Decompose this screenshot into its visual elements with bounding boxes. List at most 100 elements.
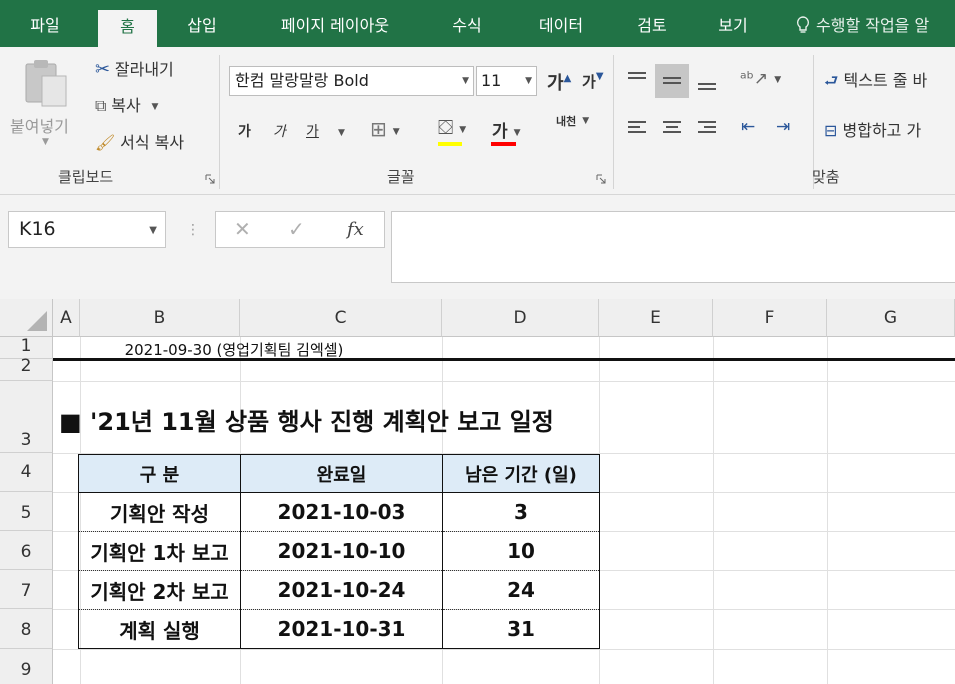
cell-date[interactable]: 2021-10-03	[240, 492, 443, 532]
align-bottom-button[interactable]	[690, 64, 724, 98]
merge-center-button[interactable]: ⊟ 병합하고 가	[824, 117, 921, 141]
row-header-3[interactable]: 3	[0, 381, 53, 453]
borders-icon: ⊞	[370, 117, 387, 141]
paste-dropdown-icon[interactable]: ▼	[42, 137, 49, 147]
fill-color-swatch	[438, 142, 462, 146]
row-header-6[interactable]: 6	[0, 531, 53, 570]
align-middle-button[interactable]	[655, 64, 689, 98]
paste-button[interactable]: 붙여넣기 ▼	[6, 55, 86, 159]
row-header-5[interactable]: 5	[0, 492, 53, 531]
tell-me-box[interactable]: 수행할 작업을 알	[796, 0, 929, 47]
insert-function-button[interactable]: fx	[347, 212, 364, 247]
column-header-d[interactable]: D	[442, 299, 599, 337]
enter-icon[interactable]: ✓	[288, 212, 305, 247]
name-box-dropdown-icon[interactable]: ▼	[149, 213, 157, 248]
worksheet-grid[interactable]: A B C D E F G 1 2 3 4 5 6 7 8 9 2021-09-…	[0, 299, 955, 684]
underline-dropdown-icon[interactable]: ▼	[338, 123, 345, 141]
tab-page-layout[interactable]: 페이지 레이아웃	[254, 0, 416, 47]
column-header-e[interactable]: E	[599, 299, 713, 337]
row-header-4[interactable]: 4	[0, 453, 53, 492]
row-header-8[interactable]: 8	[0, 609, 53, 649]
font-name-select[interactable]: 한컴 말랑말랑 Bold ▼	[229, 66, 474, 96]
gridline	[53, 649, 955, 650]
font-color-button[interactable]: 가 ▼	[492, 117, 521, 142]
align-center-button[interactable]	[655, 111, 689, 145]
table-row: 기획안 2차 보고 2021-10-24 24	[78, 570, 600, 610]
cell-category[interactable]: 기획안 작성	[78, 492, 241, 532]
formula-buttons: ✕ ✓ fx	[215, 211, 385, 248]
align-left-button[interactable]	[620, 111, 654, 145]
italic-button[interactable]: 가	[273, 121, 286, 141]
row-header-2[interactable]: 2	[0, 358, 53, 381]
copy-dropdown-icon[interactable]: ▼	[151, 102, 158, 112]
cell-days[interactable]: 3	[442, 492, 600, 532]
fill-color-button[interactable]: ⛋ ▼	[438, 115, 466, 139]
format-painter-button[interactable]: 🖌 서식 복사	[95, 129, 184, 153]
borders-button[interactable]: ⊞ ▼	[370, 117, 400, 141]
column-header-c[interactable]: C	[240, 299, 442, 337]
formula-bar: K16 ▼ ⋮ ✕ ✓ fx	[0, 195, 955, 299]
tab-review[interactable]: 검토	[622, 0, 682, 47]
wrap-text-icon: ⮐	[824, 71, 839, 90]
align-right-button[interactable]	[690, 111, 724, 145]
clipboard-launcher-icon[interactable]	[205, 174, 215, 184]
cut-button[interactable]: ✂ 잘라내기	[95, 56, 174, 80]
cancel-icon[interactable]: ✕	[234, 212, 251, 247]
formula-bar-grip-icon[interactable]: ⋮	[186, 222, 200, 238]
column-header-g[interactable]: G	[827, 299, 955, 337]
tab-home[interactable]: 홈	[98, 10, 157, 47]
cell-category[interactable]: 기획안 1차 보고	[78, 531, 241, 571]
shrink-font-button[interactable]: 가▼	[582, 71, 604, 92]
wrap-text-button[interactable]: ⮐ 텍스트 줄 바	[824, 67, 927, 97]
increase-indent-button[interactable]: ⇥	[776, 117, 790, 137]
name-box[interactable]: K16 ▼	[8, 211, 166, 248]
column-header-f[interactable]: F	[713, 299, 827, 337]
name-box-value: K16	[19, 218, 56, 240]
tab-file[interactable]: 파일	[14, 0, 76, 47]
bold-button[interactable]: 가	[238, 121, 251, 141]
tab-view[interactable]: 보기	[703, 0, 763, 47]
cell-date[interactable]: 2021-10-31	[240, 609, 443, 649]
decrease-indent-button[interactable]: ⇤	[741, 117, 755, 137]
phonetic-button[interactable]: 내천 ▼	[556, 115, 589, 128]
cell-days[interactable]: 31	[442, 609, 600, 649]
paste-label: 붙여넣기	[10, 117, 69, 136]
copy-button[interactable]: ⧉ 복사 ▼	[95, 92, 158, 116]
ribbon-home: 붙여넣기 ▼ ✂ 잘라내기 ⧉ 복사 ▼ 🖌 서식 복사 클립보드 한컴 말랑말…	[0, 47, 955, 195]
font-size-select[interactable]: 11 ▼	[476, 66, 537, 96]
clipboard-group-label: 클립보드	[58, 168, 114, 186]
cell-days[interactable]: 24	[442, 570, 600, 610]
font-size-value: 11	[481, 71, 502, 90]
font-size-dropdown-icon: ▼	[525, 76, 532, 86]
author-date-note[interactable]: 2021-09-30 (영업기획팀 김엑셀)	[54, 339, 414, 360]
column-header-b[interactable]: B	[80, 299, 240, 337]
tab-data[interactable]: 데이터	[521, 0, 601, 47]
header-days-remaining[interactable]: 남은 기간 (일)	[442, 454, 600, 493]
grow-font-button[interactable]: 가▲	[547, 69, 571, 95]
row-header-9[interactable]: 9	[0, 649, 53, 684]
font-launcher-icon[interactable]	[596, 174, 606, 184]
column-header-a[interactable]: A	[53, 299, 80, 337]
grow-arrow-icon: ▲	[563, 73, 572, 84]
cell-date[interactable]: 2021-10-24	[240, 570, 443, 610]
header-category[interactable]: 구 분	[78, 454, 241, 493]
tab-insert[interactable]: 삽입	[172, 0, 232, 47]
gridline	[827, 337, 828, 684]
sheet-title[interactable]: ■ '21년 11월 상품 행사 진행 계획안 보고 일정	[59, 402, 554, 437]
cell-date[interactable]: 2021-10-10	[240, 531, 443, 571]
gridline	[53, 381, 955, 382]
shrink-arrow-icon: ▼	[595, 71, 604, 82]
align-top-button[interactable]	[620, 64, 654, 98]
orientation-button[interactable]: ᵃᵇ↗ ▼	[740, 69, 781, 89]
row-header-7[interactable]: 7	[0, 570, 53, 609]
underline-button[interactable]: 가	[306, 121, 319, 141]
merge-icon: ⊟	[824, 121, 838, 140]
formula-input[interactable]	[391, 211, 955, 283]
select-all-button[interactable]	[0, 299, 53, 337]
tab-formulas[interactable]: 수식	[437, 0, 497, 47]
header-completion-date[interactable]: 완료일	[240, 454, 443, 493]
merge-label: 병합하고 가	[842, 121, 922, 140]
cell-category[interactable]: 계획 실행	[78, 609, 241, 649]
cell-days[interactable]: 10	[442, 531, 600, 571]
cell-category[interactable]: 기획안 2차 보고	[78, 570, 241, 610]
